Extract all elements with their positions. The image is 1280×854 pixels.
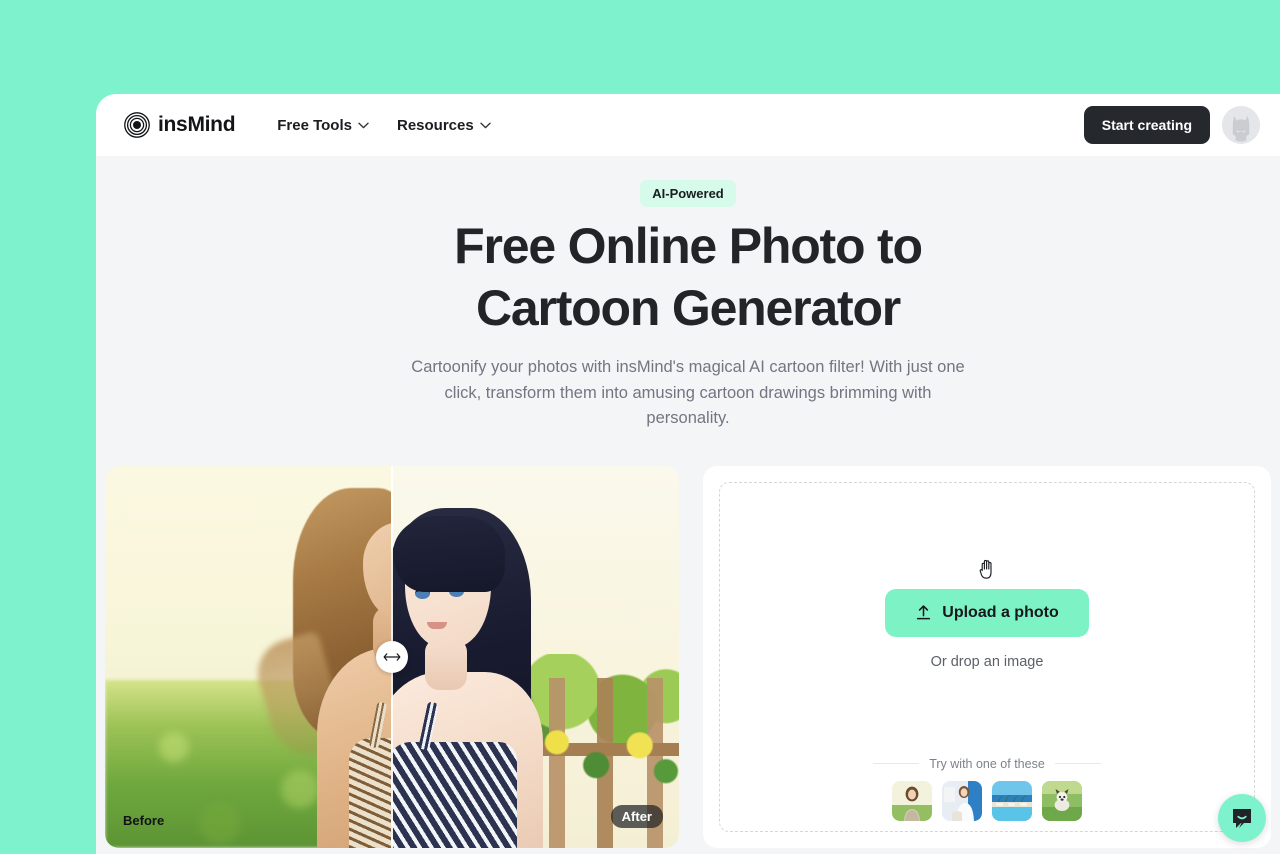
brand-logo[interactable]: insMind [124,112,236,138]
sample-thumbnail-dog-grass[interactable] [1042,780,1082,821]
after-cartoon [391,465,679,848]
page-title-line-1: Free Online Photo to [454,218,923,274]
page-title: Free Online Photo to Cartoon Generator [96,221,1280,333]
main-navigation: Free Tools Resources [277,117,491,134]
sample-thumbnail-woman-field[interactable] [892,780,932,821]
drop-image-hint: Or drop an image [930,653,1044,670]
upload-card: Upload a photo Or drop an image Try with… [703,465,1271,848]
brand-name: insMind [158,113,236,136]
upload-arrow-icon [917,605,931,620]
ai-powered-badge: AI-Powered [640,180,736,207]
site-header: insMind Free Tools Resources Start creat… [96,94,1280,156]
sample-thumbnail-woman-wall[interactable] [942,780,982,821]
nav-item-label: Resources [396,116,474,134]
before-label: Before [123,812,165,828]
browser-window: insMind Free Tools Resources Start creat… [96,94,1280,854]
after-woman-lips [427,621,447,629]
upload-dropzone[interactable]: Upload a photo Or drop an image Try with… [719,481,1255,832]
upload-photo-button[interactable]: Upload a photo [885,588,1089,637]
after-image-panel [391,465,679,848]
divider-rule-right [1054,763,1102,765]
chat-widget-button[interactable] [1218,794,1266,842]
try-samples-label: Try with one of these [929,756,1045,771]
thumbnail-pool-palms-icon [992,780,1032,821]
divider-rule-left [873,763,920,765]
after-woman-dress [391,741,517,848]
nav-item-label: Free Tools [277,116,352,134]
thumbnail-dog-grass-icon [1042,780,1082,821]
before-image-panel [105,465,391,848]
after-woman-bangs [393,515,505,592]
hero-subtitle: Cartoonify your photos with insMind's ma… [411,358,965,428]
thumbnail-woman-wall-icon [942,780,982,821]
start-creating-button[interactable]: Start creating [1083,106,1210,144]
thumbnail-woman-field-icon [892,780,932,821]
after-label: After [610,804,663,828]
github-octocat-avatar-icon [1222,106,1260,144]
before-after-comparison[interactable]: Before After [105,465,679,848]
comparison-slider-handle[interactable] [376,640,408,673]
chevron-down-icon [480,122,491,128]
before-photo [105,465,391,848]
sample-thumbnails [892,780,1082,821]
hand-cursor-icon [979,559,992,579]
left-right-arrow-icon [383,652,401,661]
chat-bubble-smile-icon [1233,809,1251,828]
nav-item-resources[interactable]: Resources [397,117,491,134]
page-title-line-2: Cartoon Generator [475,280,901,336]
nav-item-free-tools[interactable]: Free Tools [277,117,369,134]
before-woman-dress [349,737,391,848]
upload-photo-label: Upload a photo [942,603,1059,621]
hero-section: AI-Powered Free Online Photo to Cartoon … [96,156,1280,432]
main-content: Before After Upload a photo Or drop an i… [96,465,1280,848]
sample-thumbnail-pool-palms[interactable] [992,780,1032,821]
avatar[interactable] [1222,106,1260,144]
chevron-down-icon [358,122,369,128]
try-samples-divider: Try with one of these [873,756,1102,771]
header-actions: Start creating [1083,106,1260,144]
concentric-rings-logo-icon [124,112,150,138]
